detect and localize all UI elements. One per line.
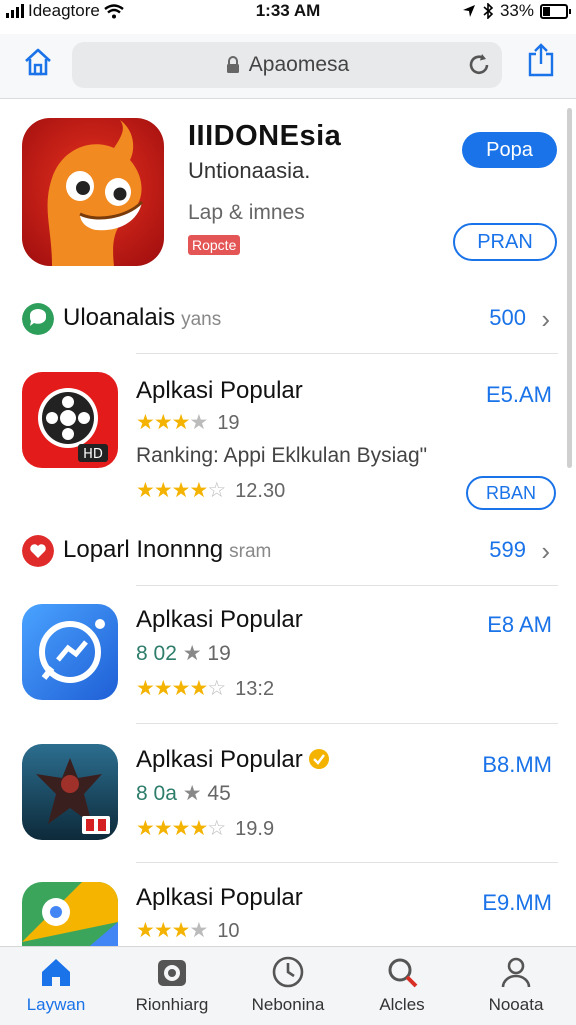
- app-rating-row: ★★★★☆ 19.9: [136, 817, 275, 840]
- featured-app-card: IIIDONEsia Untionaasia. Lap & imnes Ropc…: [0, 100, 576, 285]
- url-text: Apaomesa: [248, 53, 350, 76]
- app-rating-row: ★★★★☆ 12.30: [136, 479, 286, 502]
- chevron-right-icon: ›: [541, 536, 550, 566]
- app-rating-row: ★★★★☆ 13:2: [136, 677, 275, 700]
- tab-label: Rionhiarg: [135, 995, 209, 1014]
- messenger-app-icon: [22, 604, 118, 700]
- svg-text:HD: HD: [83, 447, 103, 462]
- app-ranking: Ranking: Appi Eklkulan Bysiag": [136, 444, 428, 467]
- film-reel-app-icon: HD: [22, 372, 118, 468]
- app-rating-stars: ★★★★ 19: [136, 411, 240, 434]
- app-size: E5.AM: [485, 382, 552, 407]
- tab-history[interactable]: Nebonina: [238, 955, 338, 1015]
- tab-camera[interactable]: Rionhiarg: [122, 955, 222, 1015]
- tab-label: Nooata: [488, 995, 544, 1014]
- featured-app-subtitle: Untionaasia.: [188, 158, 311, 183]
- app-name: Aplkasi Popular: [136, 606, 303, 633]
- divider: [136, 723, 558, 724]
- app-meta: 8 0a ★ 45: [136, 782, 231, 805]
- section-count: 500: [489, 305, 526, 330]
- location-icon: [462, 5, 475, 17]
- tab-profile[interactable]: Nooata: [466, 955, 566, 1015]
- reload-icon[interactable]: [466, 52, 492, 78]
- tab-search[interactable]: Alcles: [352, 955, 452, 1015]
- chat-bubble-icon: [22, 303, 54, 335]
- search-icon: [388, 958, 418, 988]
- divider: [136, 585, 558, 586]
- app-size: B8.MM: [482, 752, 552, 777]
- battery-icon: [540, 3, 571, 19]
- divider: [136, 353, 558, 354]
- chevron-right-icon: ›: [541, 304, 550, 334]
- tab-label: Laywan: [26, 995, 86, 1014]
- section-header[interactable]: Loparl Inonnng sram 599 ›: [0, 528, 576, 578]
- featured-app-icon[interactable]: [22, 118, 164, 266]
- bluetooth-icon: [483, 3, 494, 19]
- app-size: E9.MM: [482, 890, 552, 915]
- battery-percent: 33%: [499, 1, 534, 20]
- share-icon[interactable]: [526, 42, 556, 78]
- app-rating-row: ★★★★ 10: [136, 919, 240, 942]
- section-header[interactable]: Uloanalais yans 500 ›: [0, 296, 576, 346]
- app-meta: 8 02 ★ 19: [136, 642, 231, 665]
- home-icon: [42, 959, 70, 986]
- app-name: Aplkasi Popular: [136, 884, 303, 911]
- tab-label: Nebonina: [251, 995, 325, 1014]
- lock-icon: [226, 56, 239, 73]
- app-get-button[interactable]: RBAN: [466, 476, 556, 510]
- tab-home[interactable]: Laywan: [6, 955, 106, 1015]
- featured-secondary-button[interactable]: PRAN: [453, 223, 557, 261]
- clock-icon: [272, 956, 304, 988]
- tab-label: Alcles: [379, 995, 425, 1014]
- scrollbar[interactable]: [567, 108, 572, 468]
- app-name: Aplkasi Popular: [136, 746, 330, 774]
- featured-app-title: IIIDONEsia: [188, 120, 342, 152]
- app-name: Aplkasi Popular: [136, 377, 303, 404]
- browser-toolbar: Apaomesa: [0, 34, 576, 99]
- heart-icon: [22, 535, 54, 567]
- address-bar[interactable]: Apaomesa: [72, 42, 502, 88]
- section-title: Uloanalais yans: [63, 304, 222, 331]
- featured-primary-button[interactable]: Popa: [462, 132, 557, 168]
- section-count: 599: [489, 537, 526, 562]
- divider: [136, 862, 558, 863]
- featured-app-badge: Ropcte: [188, 235, 241, 255]
- verified-badge-icon: [309, 749, 330, 769]
- home-icon[interactable]: [22, 46, 54, 78]
- game-app-icon: [22, 744, 118, 840]
- status-bar: Ideagtore 1:33 AM 33%: [0, 0, 576, 26]
- camera-icon: [158, 960, 186, 986]
- app-size: E8 AM: [487, 612, 552, 637]
- section-title: Loparl Inonnng sram: [63, 536, 272, 563]
- featured-app-tagline: Lap & imnes: [188, 201, 305, 224]
- person-icon: [501, 957, 531, 988]
- tab-bar: Laywan Rionhiarg Nebonina Alcles Nooata: [0, 946, 576, 1025]
